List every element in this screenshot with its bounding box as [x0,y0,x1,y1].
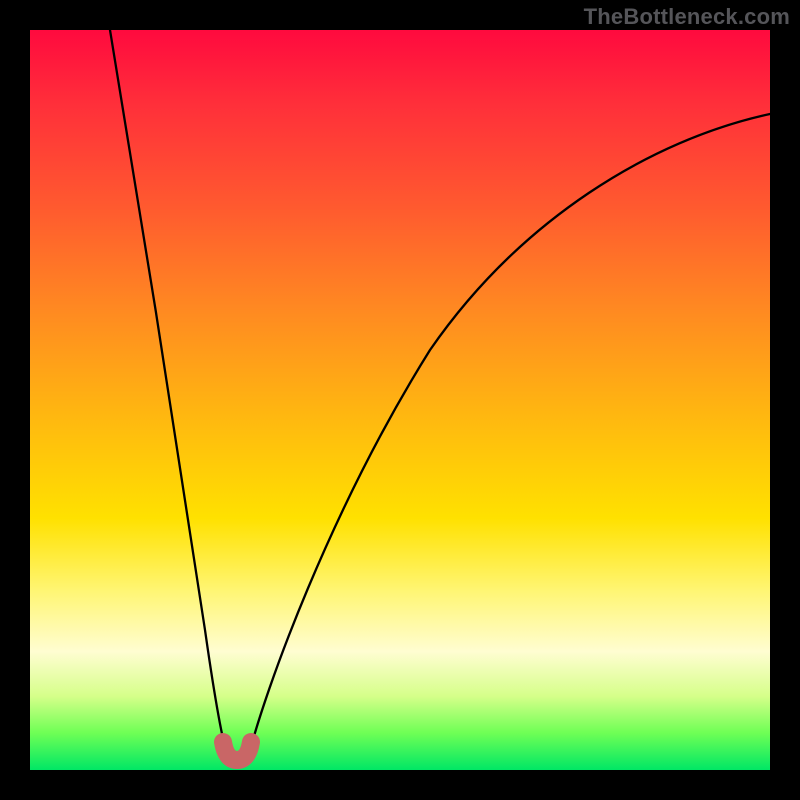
watermark-text: TheBottleneck.com [584,4,790,30]
minimum-blob [223,742,251,760]
curve-right-arm [248,114,770,758]
curve-left-arm [110,30,228,758]
chart-frame: TheBottleneck.com [0,0,800,800]
plot-area [30,30,770,770]
curve-layer [30,30,770,770]
